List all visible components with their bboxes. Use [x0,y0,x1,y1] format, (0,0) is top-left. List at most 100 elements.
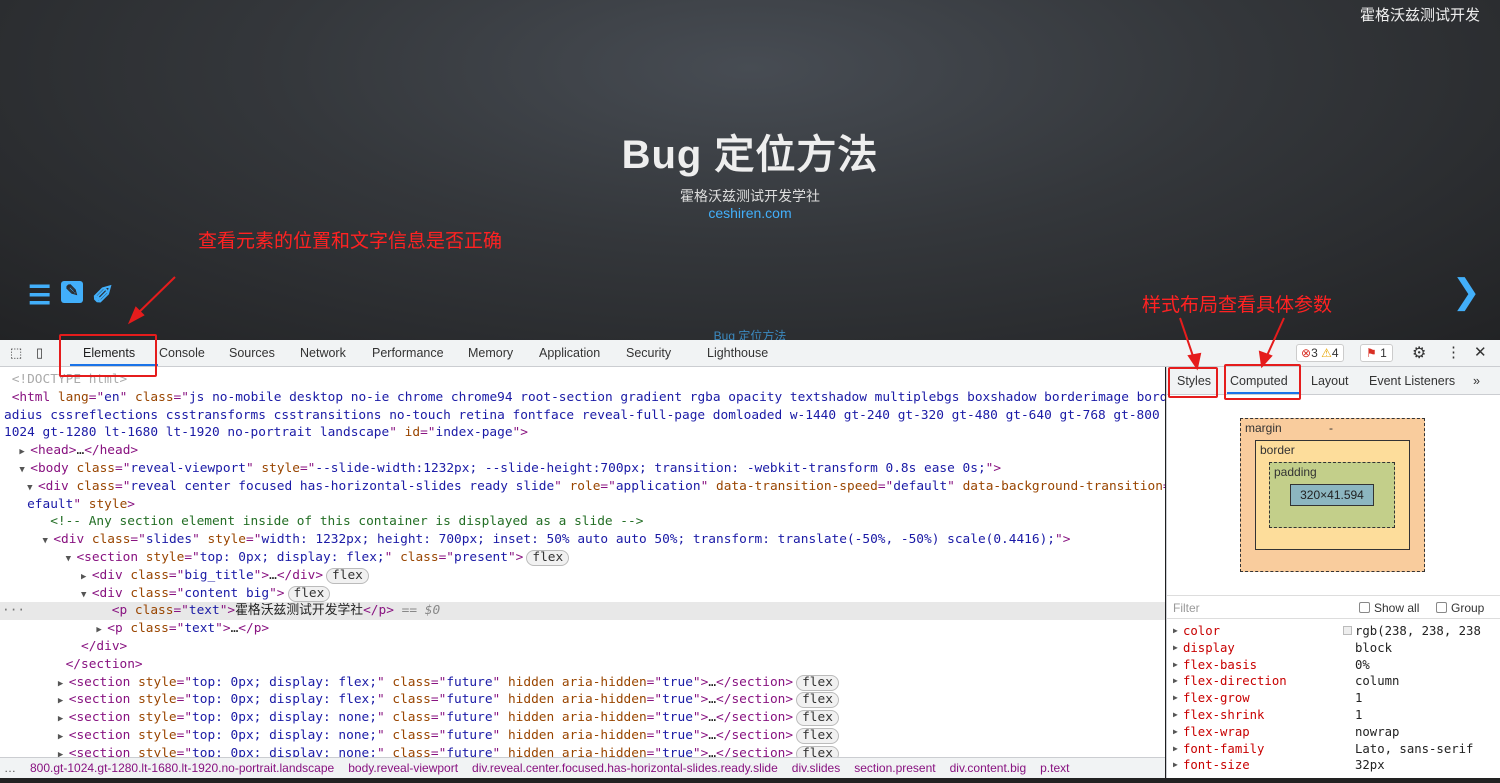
expand-toggle-icon[interactable]: ▶ [1173,623,1178,640]
menu-icon[interactable]: ☰ [28,280,51,311]
computed-property-row[interactable]: ▶ font-size 32px [1167,757,1500,774]
expand-toggle-icon[interactable]: ▶ [1173,690,1178,707]
breadcrumb-item[interactable]: p.text [1040,761,1069,775]
more-tabs-icon[interactable]: » [1473,374,1480,388]
inspect-element-icon[interactable]: ⬚ [10,345,22,361]
tab-network[interactable]: Network [300,346,346,360]
tab-lighthouse[interactable]: Lighthouse [707,346,768,360]
expand-toggle-icon[interactable]: ▼ [43,536,54,546]
dom-tree-line[interactable]: ▶ <section style="top: 0px; display: fle… [0,674,1165,692]
expand-toggle-icon[interactable]: ▶ [1173,673,1178,690]
elements-dom-tree[interactable]: <!DOCTYPE html> <html lang="en" class="js… [0,367,1165,757]
expand-toggle-icon[interactable]: ▼ [81,590,92,600]
dom-tree-line[interactable]: ▶ <section style="top: 0px; display: non… [0,727,1165,745]
device-toolbar-icon[interactable]: ▯ [36,345,43,361]
tab-layout[interactable]: Layout [1311,374,1349,388]
dom-tree-line[interactable]: <!DOCTYPE html> [0,371,1165,389]
expand-toggle-icon[interactable]: ▶ [81,572,92,582]
flex-badge[interactable]: flex [526,549,570,566]
expand-toggle-icon[interactable]: ▶ [1173,640,1178,657]
expand-toggle-icon[interactable]: ▶ [58,696,69,706]
expand-toggle-icon[interactable]: ▶ [1173,724,1178,741]
expand-toggle-icon[interactable]: ▼ [19,465,30,475]
flex-badge[interactable]: flex [796,745,839,757]
box-model-margin[interactable]: margin - border padding 320×41.594 [1240,418,1425,572]
computed-property-row[interactable]: ▶ flex-shrink 1 [1167,707,1500,724]
flex-badge[interactable]: flex [796,727,839,744]
tab-styles[interactable]: Styles [1177,374,1211,388]
dom-tree-line[interactable]: </section> [0,656,1165,674]
dom-tree-line[interactable]: ··· <p class="text">霍格沃兹测试开发学社</p> == $0 [0,602,1165,621]
expand-toggle-icon[interactable]: ▶ [96,625,107,635]
show-all-checkbox[interactable]: Show all [1359,601,1419,615]
expand-toggle-icon[interactable]: ▶ [1173,657,1178,674]
breadcrumb-item[interactable]: … [4,761,16,775]
flex-badge[interactable]: flex [326,567,369,584]
flex-badge[interactable]: flex [796,674,839,691]
issues-counter[interactable]: ⚑ 1 [1360,344,1393,362]
tab-security[interactable]: Security [626,346,671,360]
tab-sources[interactable]: Sources [229,346,275,360]
dom-tree-line[interactable]: 1024 gt-1280 lt-1680 lt-1920 no-portrait… [0,424,1165,442]
expand-toggle-icon[interactable]: ▶ [58,732,69,742]
dom-tree-line[interactable]: ▼ <body class="reveal-viewport" style="-… [0,460,1165,478]
dom-tree-line[interactable]: ▶ <section style="top: 0px; display: non… [0,709,1165,727]
more-options-icon[interactable]: ⋮ [1446,343,1461,361]
expand-toggle-icon[interactable]: ▶ [1173,707,1178,724]
filter-input[interactable]: Filter [1173,601,1200,615]
dom-tree-line[interactable]: <html lang="en" class="js no-mobile desk… [0,389,1165,407]
dom-tree-line[interactable]: ▶ <section style="top: 0px; display: non… [0,745,1165,757]
slide-url[interactable]: ceshiren.com [0,205,1500,221]
breadcrumb-item[interactable]: div.reveal.center.focused.has-horizontal… [472,761,778,775]
flex-badge[interactable]: flex [796,710,839,727]
next-slide-icon[interactable]: ❯ [1452,272,1481,312]
breadcrumb-item[interactable]: body.reveal-viewport [348,761,458,775]
computed-property-row[interactable]: ▶ font-family Lato, sans-serif [1167,741,1500,758]
expand-toggle-icon[interactable]: ▶ [58,679,69,689]
dom-tree-line[interactable]: adius cssreflections csstransforms csstr… [0,407,1165,425]
dom-tree-line[interactable]: ▶ <div class="big_title">…</div> flex [0,567,1165,585]
expand-toggle-icon[interactable]: ▼ [27,483,38,493]
computed-property-row[interactable]: ▶ flex-basis 0% [1167,657,1500,674]
flex-badge[interactable]: flex [796,692,839,709]
box-model-border[interactable]: border padding 320×41.594 [1255,440,1410,550]
computed-property-row[interactable]: ▶ flex-wrap nowrap [1167,724,1500,741]
computed-property-row[interactable]: ▶ flex-grow 1 [1167,690,1500,707]
tab-elements[interactable]: Elements [83,346,135,360]
group-checkbox[interactable]: Group [1436,601,1484,615]
breadcrumb-item[interactable]: section.present [854,761,935,775]
tab-event-listeners[interactable]: Event Listeners [1369,374,1455,388]
dom-tree-line[interactable]: <!-- Any section element inside of this … [0,513,1165,531]
box-model-padding[interactable]: padding 320×41.594 [1269,462,1395,528]
tab-computed[interactable]: Computed [1230,374,1288,388]
edit-icon[interactable]: ✎ [61,281,83,303]
dom-tree-line[interactable]: ▼ <div class="reveal center focused has-… [0,478,1165,496]
dom-tree-line[interactable]: ▶ <section style="top: 0px; display: fle… [0,691,1165,709]
dom-tree-line[interactable]: ▶ <p class="text">…</p> [0,620,1165,638]
computed-property-row[interactable]: ▶ flex-direction column [1167,673,1500,690]
expand-toggle-icon[interactable]: ▶ [1173,741,1178,758]
tab-memory[interactable]: Memory [468,346,513,360]
tab-performance[interactable]: Performance [372,346,444,360]
expand-toggle-icon[interactable]: ▶ [58,714,69,724]
color-swatch[interactable] [1343,626,1352,635]
dom-tree-line[interactable]: ▼ <div class="content big"> flex [0,585,1165,603]
breadcrumb-item[interactable]: 800.gt-1024.gt-1280.lt-1680.lt-1920.no-p… [30,761,334,775]
dom-tree-line[interactable]: efault" style> [0,496,1165,514]
computed-property-row[interactable]: ▶ color rgb(238, 238, 238 [1167,623,1500,640]
box-model-content[interactable]: 320×41.594 [1290,484,1374,506]
expand-toggle-icon[interactable]: ▼ [66,554,77,564]
expand-toggle-icon[interactable]: ▶ [19,447,30,457]
pen-icon[interactable]: ✐ [92,280,114,311]
expand-toggle-icon[interactable]: ▶ [1173,757,1178,774]
dom-tree-line[interactable]: ▶ <head>…</head> [0,442,1165,460]
computed-property-row[interactable]: ▶ display block [1167,640,1500,657]
console-counts[interactable]: ⊗3 ⚠4 [1296,344,1344,362]
tab-application[interactable]: Application [539,346,600,360]
close-icon[interactable]: ✕ [1474,343,1487,361]
breadcrumb-item[interactable]: div.slides [792,761,840,775]
breadcrumb-item[interactable]: div.content.big [950,761,1027,775]
gear-icon[interactable]: ⚙ [1412,343,1426,363]
dom-tree-line[interactable]: ▼ <div class="slides" style="width: 1232… [0,531,1165,549]
dom-tree-line[interactable]: </div> [0,638,1165,656]
